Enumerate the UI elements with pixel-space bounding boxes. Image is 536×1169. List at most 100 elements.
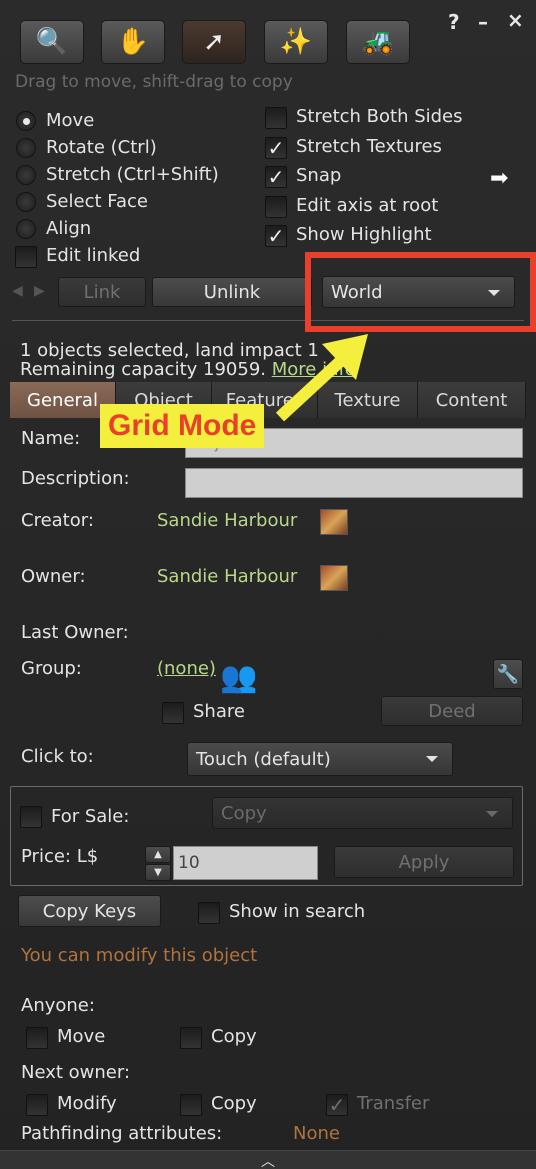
deed-button[interactable]: Deed <box>381 696 523 726</box>
magnifier-icon: 🔍 <box>35 27 69 57</box>
edit-axis-at-root-checkbox[interactable] <box>265 196 287 218</box>
pathfinding-value: None <box>293 1123 340 1144</box>
next-owner-copy-label: Copy <box>211 1093 257 1114</box>
close-icon[interactable]: × <box>507 8 524 32</box>
focus-tool-button[interactable]: 🔍 <box>20 20 84 64</box>
apply-button[interactable]: Apply <box>334 846 514 878</box>
annotation-arrow <box>275 334 368 422</box>
price-down-button[interactable]: ▼ <box>145 864 171 881</box>
description-label: Description: <box>21 468 130 489</box>
caret-down-icon: ▼ <box>154 867 162 878</box>
next-owner-transfer-label: Transfer <box>357 1093 430 1114</box>
click-to-label: Click to: <box>21 746 94 767</box>
next-owner-copy-checkbox[interactable] <box>180 1094 202 1116</box>
radio-stretch[interactable] <box>16 165 36 185</box>
wrench-icon: 🔧 <box>496 663 520 685</box>
creator-name-link[interactable]: Sandie Harbour <box>157 510 297 531</box>
price-input[interactable]: 10 <box>173 846 318 880</box>
share-label: Share <box>193 701 245 722</box>
snap-checkbox[interactable]: ✓ <box>265 166 287 188</box>
creator-avatar[interactable] <box>320 509 348 535</box>
show-highlight-checkbox[interactable]: ✓ <box>265 225 287 247</box>
owner-label: Owner: <box>21 566 86 587</box>
grid-mode-callout-label: Grid Mode <box>100 404 265 448</box>
set-group-button[interactable]: 🔧 <box>493 659 523 689</box>
next-owner-modify-label: Modify <box>57 1093 117 1114</box>
radio-rotate-label: Rotate (Ctrl) <box>46 137 157 158</box>
edit-axis-at-root-label: Edit axis at root <box>296 195 439 216</box>
collapse-handle[interactable]: ︿ <box>0 1150 536 1169</box>
group-icon[interactable]: 👥 <box>220 660 257 695</box>
creator-label: Creator: <box>21 510 94 531</box>
show-in-search-checkbox[interactable] <box>198 902 220 924</box>
anyone-move-checkbox[interactable] <box>26 1027 48 1049</box>
stretch-both-sides-label: Stretch Both Sides <box>296 106 463 127</box>
pathfinding-label: Pathfinding attributes: <box>21 1123 223 1144</box>
group-label: Group: <box>21 658 82 679</box>
sale-type-dropdown[interactable]: Copy <box>212 797 513 829</box>
chevron-down-icon <box>426 756 438 762</box>
edit-linked-label: Edit linked <box>46 245 141 266</box>
create-tool-button[interactable]: ✨ <box>264 20 328 64</box>
owner-avatar[interactable] <box>320 565 348 591</box>
price-label: Price: L$ <box>21 846 99 867</box>
copy-keys-button[interactable]: Copy Keys <box>18 895 161 927</box>
arrow-pointer-icon: ➚ <box>203 27 225 57</box>
move-tool-button[interactable]: ✋ <box>101 20 165 64</box>
tab-content[interactable]: Content <box>418 382 526 418</box>
chevron-up-icon: ︿ <box>261 1154 275 1169</box>
link-next-icon[interactable]: ▶ <box>34 283 45 299</box>
radio-align[interactable] <box>16 219 36 239</box>
next-owner-label: Next owner: <box>21 1062 131 1083</box>
radio-select-face[interactable] <box>16 192 36 212</box>
remaining-capacity-text: Remaining capacity 19059. <box>20 359 272 380</box>
show-highlight-label: Show Highlight <box>296 224 432 245</box>
group-link[interactable]: (none) <box>157 658 216 679</box>
radio-rotate[interactable] <box>16 138 36 158</box>
next-owner-transfer-checkbox[interactable]: ✓ <box>326 1094 348 1116</box>
click-action-dropdown[interactable]: Touch (default) <box>187 742 453 776</box>
caret-up-icon: ▲ <box>154 849 162 860</box>
description-input[interactable] <box>185 468 523 498</box>
owner-name-link[interactable]: Sandie Harbour <box>157 566 297 587</box>
modify-note: You can modify this object <box>21 945 258 966</box>
radio-move-label: Move <box>46 110 95 131</box>
link-prev-icon[interactable]: ◀ <box>12 283 23 299</box>
stretch-textures-label: Stretch Textures <box>296 136 442 157</box>
radio-select-face-label: Select Face <box>46 191 148 212</box>
stretch-textures-checkbox[interactable]: ✓ <box>265 137 287 159</box>
for-sale-checkbox[interactable] <box>20 806 42 828</box>
radio-stretch-label: Stretch (Ctrl+Shift) <box>46 164 219 185</box>
arrow-shaft <box>275 352 350 422</box>
anyone-copy-label: Copy <box>211 1026 257 1047</box>
last-owner-label: Last Owner: <box>21 622 129 643</box>
link-button[interactable]: Link <box>58 277 146 307</box>
edit-linked-checkbox[interactable] <box>15 246 37 268</box>
minimize-icon[interactable]: – <box>478 10 488 34</box>
anyone-copy-checkbox[interactable] <box>180 1027 202 1049</box>
price-up-button[interactable]: ▲ <box>145 846 171 863</box>
land-tool-button[interactable]: 🚜 <box>346 20 410 64</box>
stretch-both-sides-checkbox[interactable] <box>265 107 287 129</box>
for-sale-label: For Sale: <box>51 806 130 827</box>
arrow-right-icon[interactable]: ➡ <box>490 166 508 191</box>
radio-align-label: Align <box>46 218 92 239</box>
name-label: Name: <box>21 428 81 449</box>
grid-mode-highlight-box <box>305 252 536 332</box>
click-action-value: Touch (default) <box>196 748 331 770</box>
anyone-move-label: Move <box>57 1026 106 1047</box>
radio-move[interactable] <box>16 111 36 131</box>
next-owner-modify-checkbox[interactable] <box>26 1094 48 1116</box>
help-icon[interactable]: ? <box>448 10 460 34</box>
bulldozer-icon: 🚜 <box>361 27 395 57</box>
share-checkbox[interactable] <box>162 702 184 724</box>
tool-hint: Drag to move, shift-drag to copy <box>15 72 293 92</box>
snap-label: Snap <box>296 165 342 186</box>
hand-icon: ✋ <box>116 27 150 57</box>
edit-tool-button[interactable]: ➚ <box>182 20 246 64</box>
sale-type-value: Copy <box>221 802 267 824</box>
show-in-search-label: Show in search <box>229 901 366 922</box>
magic-wand-icon: ✨ <box>279 27 313 57</box>
chevron-down-icon <box>486 811 498 817</box>
unlink-button[interactable]: Unlink <box>152 277 312 307</box>
